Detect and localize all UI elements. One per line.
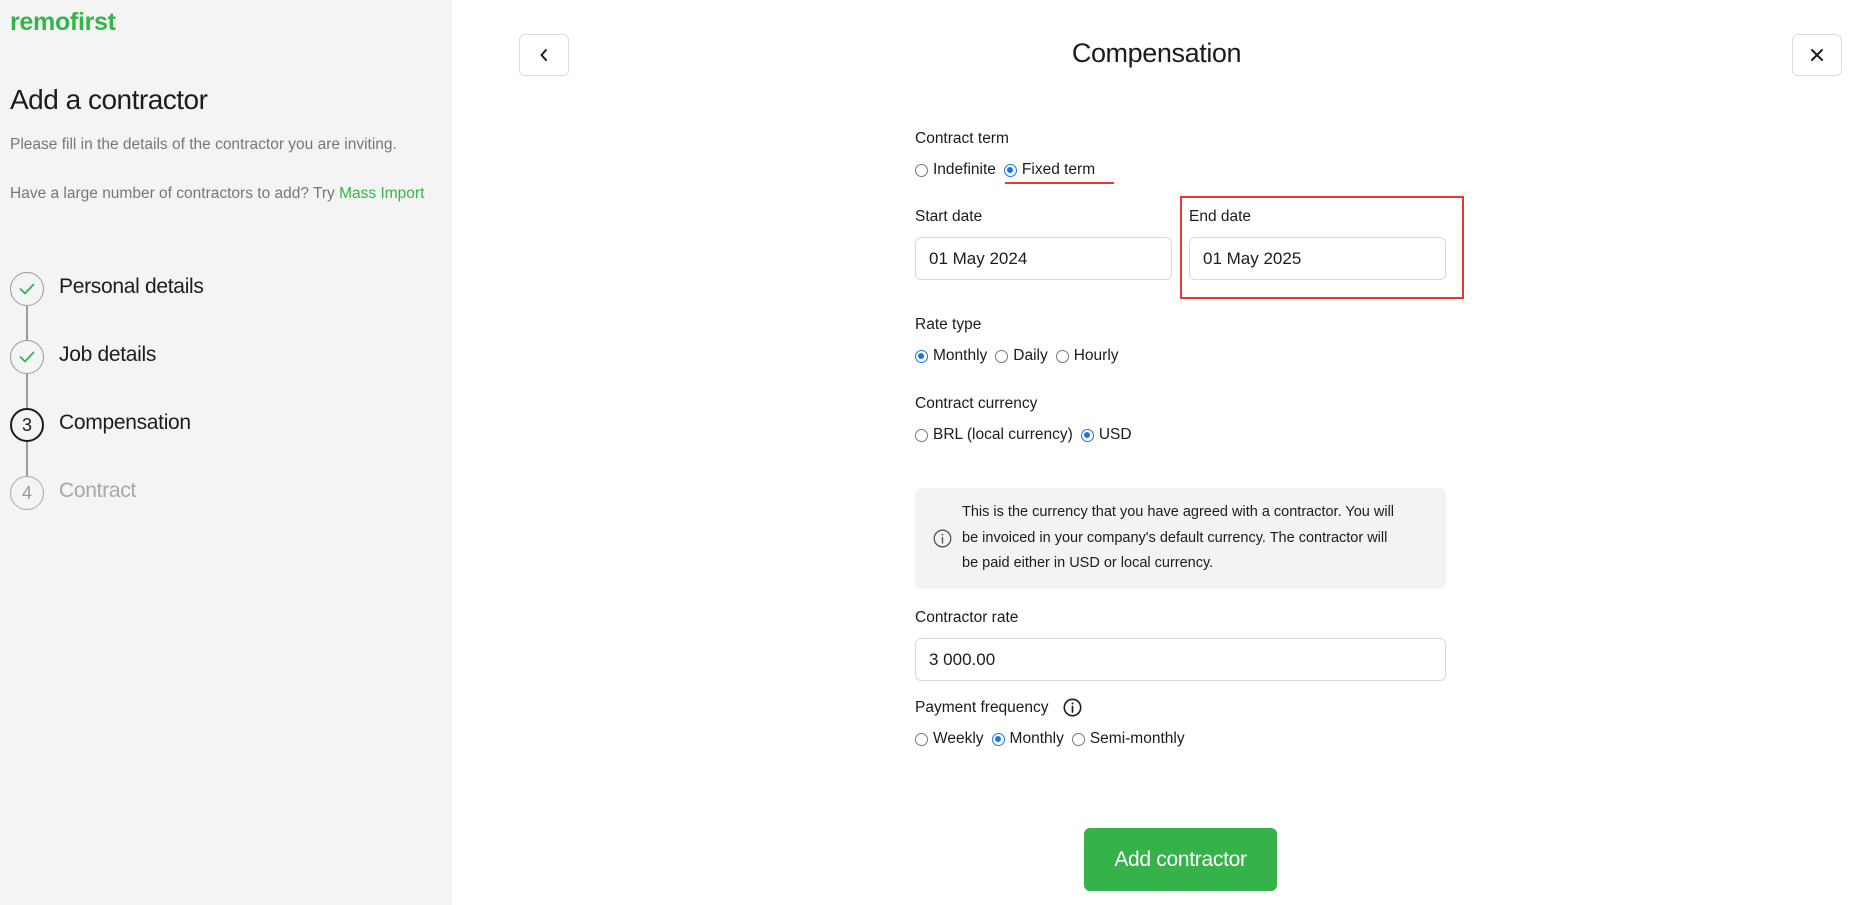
radio-indefinite[interactable]: Indefinite <box>915 161 996 179</box>
highlight-underline <box>1005 182 1114 184</box>
step-label: Personal details <box>59 275 204 298</box>
radio-dot-selected <box>915 349 928 363</box>
step-label: Compensation <box>59 411 191 434</box>
check-icon <box>10 340 44 374</box>
page-title: Compensation <box>1071 38 1242 68</box>
radio-label: Weekly <box>933 730 984 747</box>
radio-monthly-frequency[interactable]: Monthly <box>991 730 1064 748</box>
radio-label: Fixed term <box>1021 161 1096 178</box>
remofirst-logo[interactable]: remofirst <box>10 8 116 37</box>
sidebar-subtitle: Please fill in the details of the contra… <box>10 136 397 153</box>
contract-term-label: Contract term <box>915 130 1009 147</box>
check-icon <box>10 272 44 306</box>
step-compensation[interactable]: 3 Compensation <box>10 408 410 444</box>
radio-dot-selected <box>991 732 1005 746</box>
mass-import-prompt: Have a large number of contractors to ad… <box>10 185 424 203</box>
info-icon[interactable] <box>1063 698 1082 717</box>
contract-currency-label: Contract currency <box>915 395 1038 412</box>
payment-frequency-label: Payment frequency <box>915 699 1049 716</box>
payment-frequency-options: Weekly Monthly Semi-monthly <box>915 730 1193 748</box>
radio-weekly[interactable]: Weekly <box>915 730 984 748</box>
radio-label: Monthly <box>933 347 988 364</box>
info-line: This is the currency that you have agree… <box>962 504 1395 520</box>
radio-label: Hourly <box>1073 347 1119 364</box>
radio-label: BRL (local currency) <box>933 426 1073 443</box>
radio-semi-monthly[interactable]: Semi-monthly <box>1071 730 1185 748</box>
step-label: Contract <box>59 479 136 502</box>
radio-label: USD <box>1098 426 1132 443</box>
start-date-input[interactable]: 01 May 2024 <box>915 237 1172 280</box>
radio-label: Daily <box>1013 347 1048 364</box>
radio-label: Monthly <box>1009 730 1064 747</box>
start-date-label: Start date <box>915 208 983 225</box>
close-icon <box>1811 49 1823 61</box>
contract-term-options: Indefinite Fixed term <box>915 161 1103 179</box>
contract-currency-options: BRL (local currency) USD <box>915 426 1140 444</box>
add-contractor-button[interactable]: Add contractor <box>1084 828 1277 891</box>
info-line: be invoiced in your company's default cu… <box>962 529 1388 546</box>
radio-dot <box>915 163 928 177</box>
contractor-rate-input[interactable]: 3 000.00 <box>915 638 1446 681</box>
currency-info-text: This is the currency that you have agree… <box>962 500 1394 577</box>
mass-import-text: Have a large number of contractors to ad… <box>10 185 340 202</box>
radio-usd[interactable]: USD <box>1080 426 1132 444</box>
step-connector <box>26 306 28 340</box>
sidebar-title: Add a contractor <box>10 84 208 115</box>
radio-daily[interactable]: Daily <box>995 347 1048 365</box>
radio-label: Indefinite <box>933 161 996 178</box>
radio-dot <box>1055 349 1069 363</box>
info-icon <box>933 529 952 548</box>
radio-dot <box>915 732 928 746</box>
mass-import-link[interactable]: Mass Import <box>339 185 424 202</box>
rate-type-options: Monthly Daily Hourly <box>915 347 1127 365</box>
radio-brl[interactable]: BRL (local currency) <box>915 426 1073 444</box>
step-number: 3 <box>10 408 44 442</box>
radio-dot-selected <box>1003 163 1017 177</box>
radio-dot-selected <box>1080 428 1094 442</box>
step-connector <box>26 374 28 408</box>
radio-dot <box>995 349 1009 363</box>
close-button[interactable] <box>1792 34 1842 76</box>
highlight-box <box>1180 196 1464 299</box>
step-contract[interactable]: 4 Contract <box>10 476 410 512</box>
radio-dot <box>915 428 928 442</box>
radio-dot <box>1071 732 1085 746</box>
step-label: Job details <box>59 343 157 366</box>
radio-hourly[interactable]: Hourly <box>1055 347 1119 365</box>
main-panel: Compensation <box>452 0 1861 905</box>
info-line: be paid either in USD or local currency. <box>962 555 1214 571</box>
rate-type-label: Rate type <box>915 316 982 333</box>
step-personal-details[interactable]: Personal details <box>10 272 410 308</box>
contractor-rate-label: Contractor rate <box>915 609 1019 626</box>
step-number: 4 <box>10 476 44 510</box>
radio-monthly[interactable]: Monthly <box>915 347 987 365</box>
radio-fixed-term[interactable]: Fixed term <box>1003 161 1096 179</box>
sidebar: remofirst Add a contractor Please fill i… <box>0 0 452 905</box>
step-job-details[interactable]: Job details <box>10 340 410 376</box>
step-connector <box>26 442 28 476</box>
radio-label: Semi-monthly <box>1089 730 1185 747</box>
